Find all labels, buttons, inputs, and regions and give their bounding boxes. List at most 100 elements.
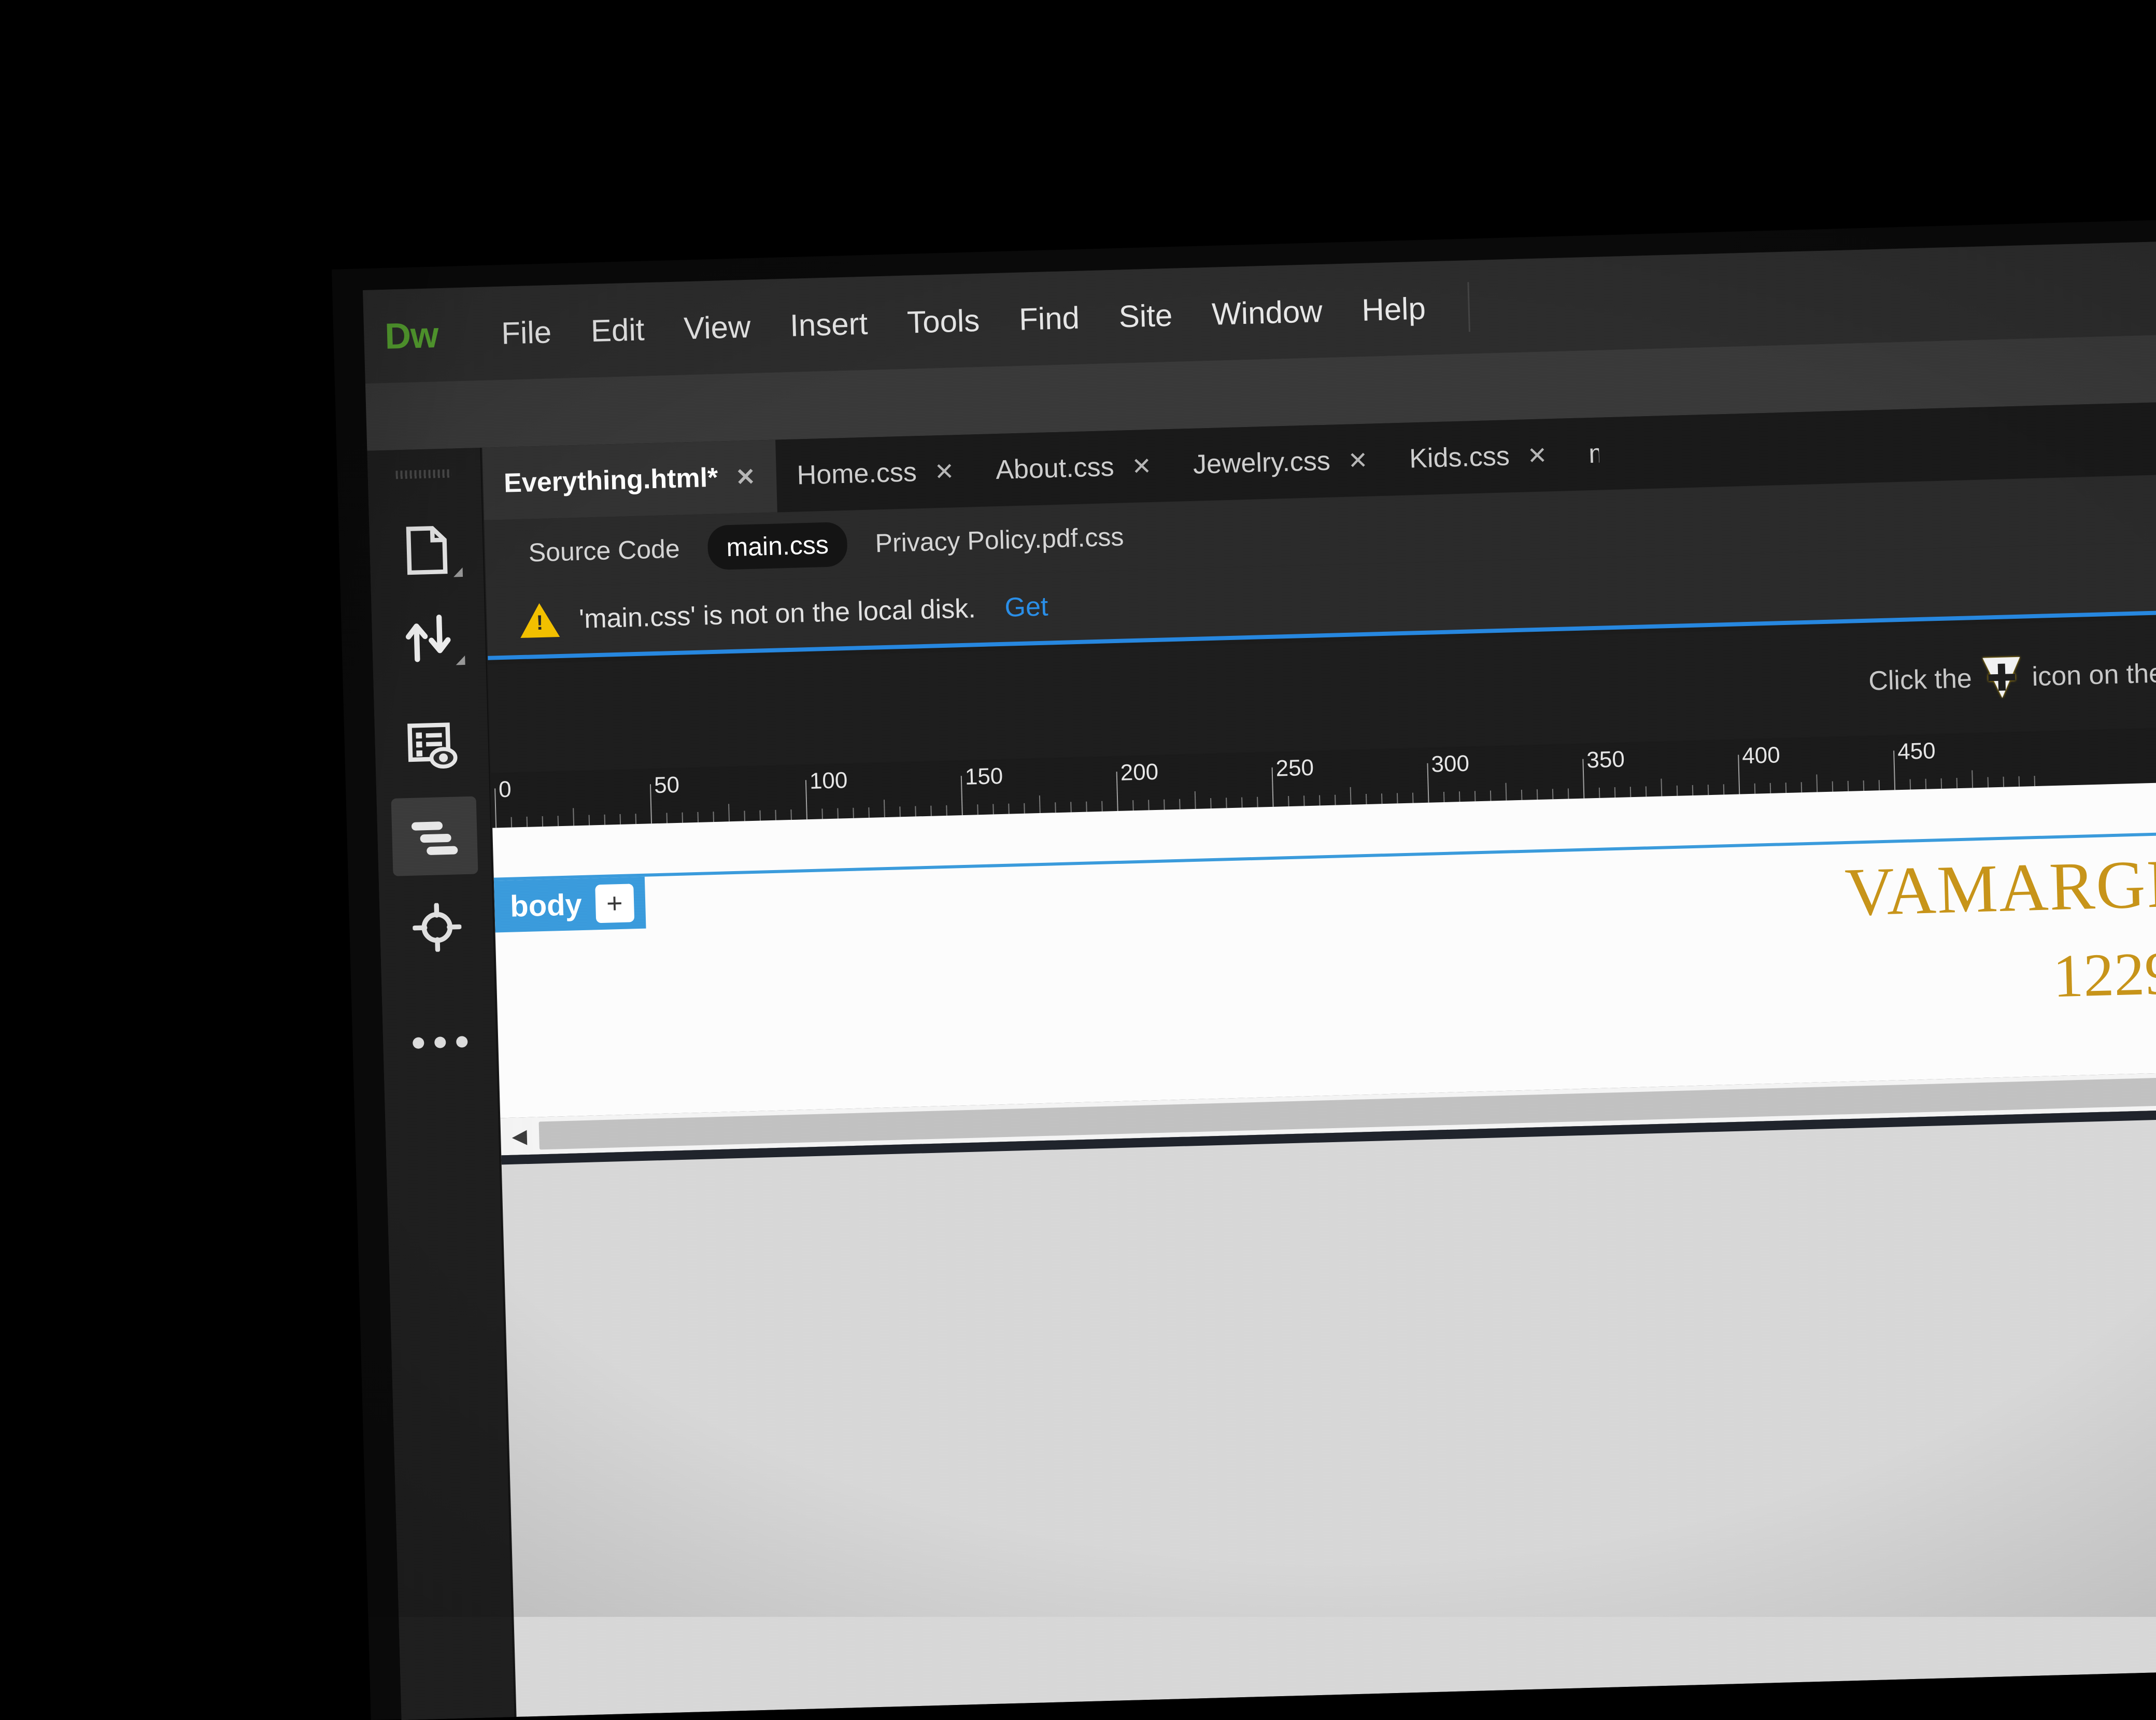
related-file-main-css[interactable]: main.css [707,522,847,570]
dom-inspect-icon [406,720,459,774]
menu-item-help[interactable]: Help [1342,290,1446,328]
document-tab-overflow[interactable]: m [1567,418,1600,491]
menu-item-insert[interactable]: Insert [770,305,888,344]
ruler-label: 150 [960,763,1003,790]
rail-button-more-options[interactable] [396,1002,484,1082]
ruler-tick-minor [1164,800,1165,810]
ruler-tick-minor [1039,795,1041,813]
menu-item-tools[interactable]: Tools [887,302,1000,340]
element-badge-body[interactable]: body + [494,877,646,933]
rail-button-get-put[interactable] [386,599,473,678]
ruler-tick-minor [1677,786,1678,796]
ruler-tick-minor [1241,797,1243,807]
scroll-left-arrow[interactable]: ◀ [500,1117,538,1155]
rail-button-target[interactable] [393,887,480,967]
menu-item-window[interactable]: Window [1192,292,1342,332]
rail-button-file-manage[interactable] [384,510,471,590]
get-file-link[interactable]: Get [1004,591,1048,623]
ruler-tick-minor [1848,781,1849,791]
rail-drag-handle[interactable] [395,469,451,479]
ruler-tick-minor [1195,791,1196,809]
ruler-tick-minor [1661,779,1662,797]
menu-item-file[interactable]: File [481,314,571,352]
menu-divider [1467,282,1470,332]
tab-label: Kids.css [1409,440,1510,474]
close-icon[interactable]: ✕ [1348,446,1368,475]
menu-item-view[interactable]: View [663,308,771,347]
rail-button-css-designer[interactable] [391,796,478,876]
tip-text-before: Click the [1868,663,1973,696]
ruler-tick-minor [1630,787,1632,797]
ruler-label: 0 [494,777,512,803]
css-designer-icon [407,815,462,858]
tab-label: Home.css [797,457,917,491]
ruler-tick-minor [1723,784,1725,794]
close-icon[interactable]: ✕ [1527,441,1548,470]
menu-item-site[interactable]: Site [1099,296,1193,335]
ruler-tick-minor [884,800,885,817]
ruler-tick-minor [1257,797,1258,807]
dreamweaver-logo[interactable]: Dw [384,314,438,357]
related-file-privacy-policy[interactable]: Privacy Policy.pdf.css [856,514,1143,566]
rail-button-dom-inspect[interactable] [389,707,476,787]
ruler-tick-minor [759,811,761,821]
ruler-tick-minor [666,813,668,823]
related-file-source-code[interactable]: Source Code [509,526,699,576]
ruler-label: 300 [1427,751,1470,778]
ruler-tick-minor [1070,802,1072,812]
ruler-tick-minor [790,809,792,820]
ruler-label: 400 [1738,742,1781,769]
ruler-tick-minor [1941,778,1942,789]
ruler-tick-minor [1692,785,1694,795]
page-subheading: 1229 [2052,938,2156,1012]
ruler-tick-minor [744,811,745,821]
ruler-tick-minor [853,808,854,818]
chevron-down-icon [456,656,465,665]
document-tab-kids-css[interactable]: Kids.css ✕ [1387,418,1569,495]
badge-label: body [509,887,582,924]
ruler-tick-minor [1024,803,1025,814]
close-icon[interactable]: ✕ [735,463,756,491]
monitor-photograph: Dw File Edit View Insert Tools Find Site… [0,0,2156,1617]
ruler-tick-minor [542,816,544,827]
ruler-tick-minor [1490,790,1492,801]
design-view[interactable]: body + VAMARGI LA 1229 [492,780,2156,1118]
ruler-tick-minor [1366,794,1367,804]
menu-item-edit[interactable]: Edit [571,311,664,349]
ruler-tick-minor [837,808,839,819]
close-icon[interactable]: ✕ [1131,452,1152,480]
ruler-tick-minor [2019,776,2020,787]
ruler-tick-minor [1971,770,1973,788]
ruler-label: 250 [1271,755,1314,782]
add-class-button[interactable]: + [595,884,634,923]
ruler-tick-minor [1770,783,1771,793]
menu-item-find[interactable]: Find [999,299,1100,337]
dreamweaver-window: Dw File Edit View Insert Tools Find Site… [363,239,2156,1720]
document-tab-about-css[interactable]: About.css ✕ [974,429,1173,507]
ruler-tick-minor [1412,793,1414,803]
ruler-tick-minor [1816,774,1818,792]
ruler-tick-minor [1086,802,1087,812]
ruler-tick-minor [899,806,901,817]
warning-message: 'main.css' is not on the local disk. [579,593,976,635]
ruler-tick-minor [1226,798,1227,808]
more-options-icon [413,1036,468,1049]
media-query-add-icon[interactable] [1983,657,2021,699]
chevron-down-icon [453,567,463,577]
tip-text-after: icon on the ruler to [2032,656,2156,693]
close-icon[interactable]: ✕ [934,457,955,486]
document-tab-jewelry-css[interactable]: Jewelry.css ✕ [1171,423,1389,502]
workspace: Everything.html* ✕ Home.css ✕ About.css … [365,332,2156,1720]
ruler-tick-minor [713,812,714,822]
ruler-tick-minor [1132,800,1134,811]
document-tab-everything-html[interactable]: Everything.html* ✕ [482,440,777,520]
ruler-tick-minor [946,805,947,816]
page-heading: VAMARGI LA [1844,841,2156,932]
ruler-tick-minor [821,808,823,819]
ruler-tick-minor [1506,783,1507,801]
ruler-tick-minor [1552,789,1554,799]
ruler-tick-minor [620,814,621,825]
ruler-tick-minor [2034,776,2036,786]
document-tab-home-css[interactable]: Home.css ✕ [775,434,976,512]
ruler-tick-minor [1910,779,1911,790]
